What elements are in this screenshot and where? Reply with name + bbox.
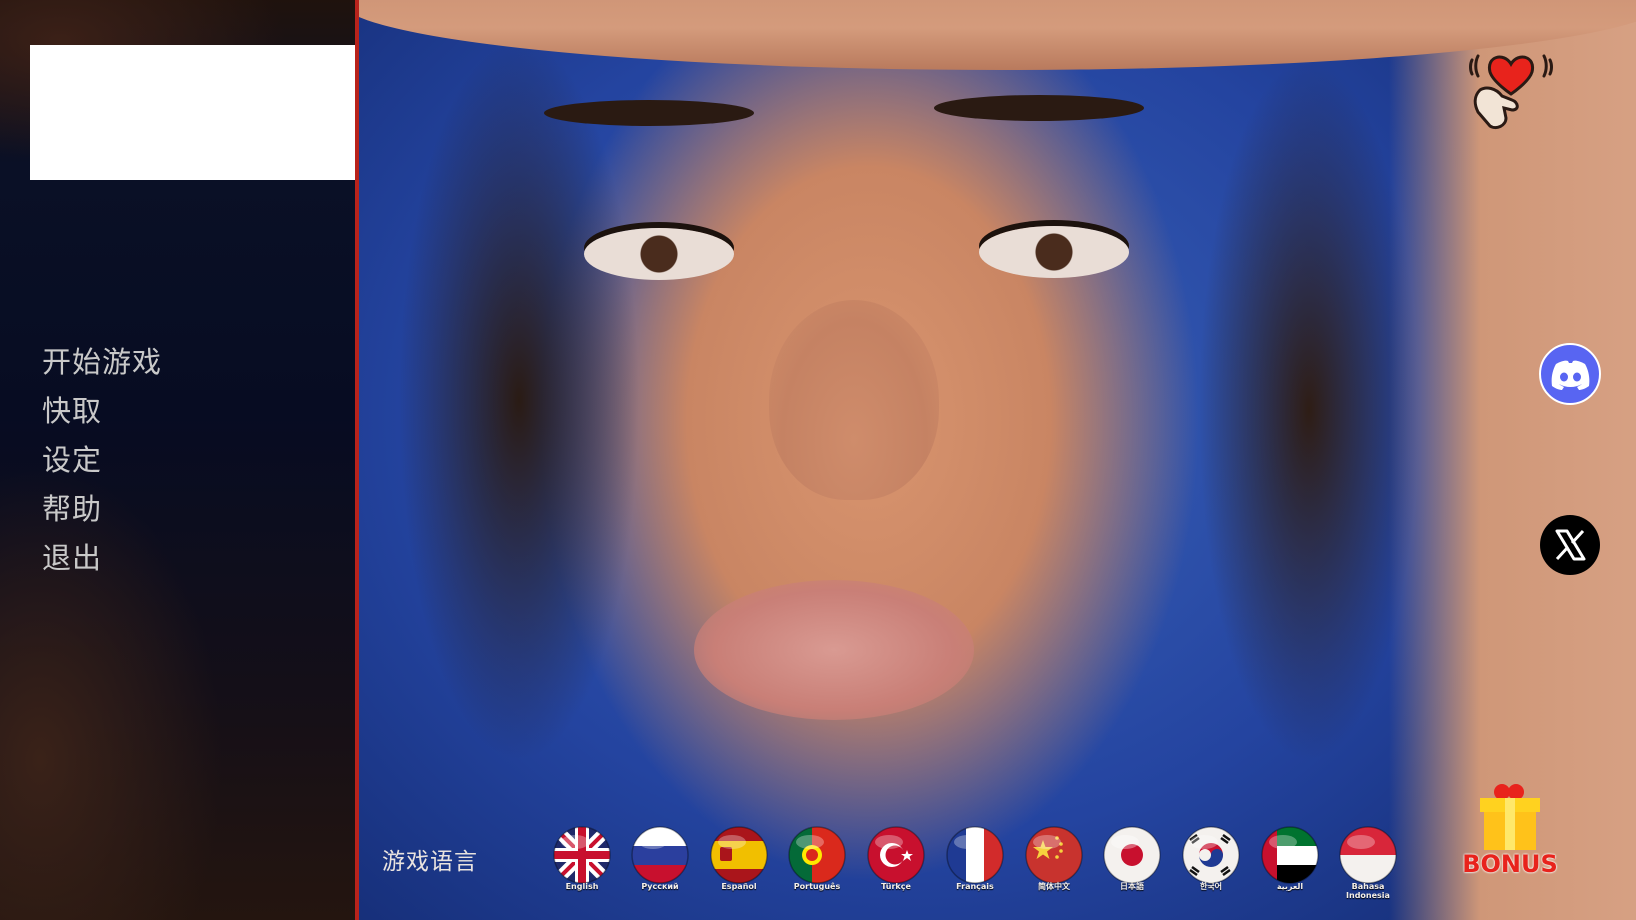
uk-flag-icon bbox=[553, 826, 611, 884]
language-portuguese-button[interactable]: Português bbox=[787, 826, 847, 891]
china-flag-icon bbox=[1025, 826, 1083, 884]
language-indonesian-button[interactable]: Bahasa Indonesia bbox=[1338, 826, 1398, 900]
language-japanese-button[interactable]: 日本語 bbox=[1102, 826, 1162, 891]
menu-item-help[interactable]: 帮助 bbox=[42, 485, 162, 534]
japan-flag-icon bbox=[1103, 826, 1161, 884]
language-caption: 日本語 bbox=[1120, 882, 1144, 891]
right-eyebrow bbox=[934, 95, 1144, 121]
lips bbox=[694, 580, 974, 720]
title-screen-artwork bbox=[359, 0, 1636, 920]
language-caption: Español bbox=[721, 882, 757, 891]
language-simplified-chinese-button[interactable]: 简体中文 bbox=[1024, 826, 1084, 891]
left-eye bbox=[584, 228, 734, 280]
game-language-label: 游戏语言 bbox=[382, 849, 478, 875]
main-menu: 开始游戏 快取 设定 帮助 退出 bbox=[42, 338, 162, 583]
language-caption: العربية bbox=[1276, 882, 1304, 891]
menu-item-start-game[interactable]: 开始游戏 bbox=[42, 338, 162, 387]
left-eyebrow bbox=[544, 100, 754, 126]
france-flag-icon bbox=[946, 826, 1004, 884]
language-caption: Français bbox=[956, 882, 994, 891]
heart-hand-icon[interactable] bbox=[1466, 42, 1556, 134]
language-english-button[interactable]: English bbox=[552, 826, 612, 891]
hair-left bbox=[399, 40, 639, 760]
language-russian-button[interactable]: Русский bbox=[630, 826, 690, 891]
language-korean-button[interactable]: 한국어 bbox=[1181, 826, 1241, 891]
language-caption: 简体中文 bbox=[1038, 882, 1070, 891]
menu-item-quit[interactable]: 退出 bbox=[42, 534, 162, 583]
korea-flag-icon bbox=[1182, 826, 1240, 884]
menu-item-settings[interactable]: 设定 bbox=[42, 436, 162, 485]
uae-flag-icon bbox=[1261, 826, 1319, 884]
language-caption: Português bbox=[793, 882, 841, 891]
language-caption: English bbox=[565, 882, 599, 891]
x-icon[interactable] bbox=[1539, 514, 1601, 576]
spain-flag-icon bbox=[710, 826, 768, 884]
indonesia-flag-icon bbox=[1339, 826, 1397, 884]
language-caption: Türkçe bbox=[881, 882, 911, 891]
hair-right bbox=[1199, 60, 1419, 760]
language-french-button[interactable]: Français bbox=[945, 826, 1005, 891]
turkey-flag-icon bbox=[867, 826, 925, 884]
bonus-label: BONUS bbox=[1462, 850, 1558, 878]
left-menu-panel: 开始游戏 快取 设定 帮助 退出 bbox=[0, 0, 455, 920]
language-arabic-button[interactable]: العربية bbox=[1260, 826, 1320, 891]
right-eye bbox=[979, 226, 1129, 278]
language-caption: Bahasa Indonesia bbox=[1346, 882, 1390, 900]
menu-item-load[interactable]: 快取 bbox=[42, 387, 162, 436]
discord-icon[interactable] bbox=[1539, 343, 1601, 405]
nose bbox=[769, 300, 939, 500]
language-spanish-button[interactable]: Español bbox=[709, 826, 769, 891]
gift-icon bbox=[1480, 784, 1540, 850]
russia-flag-icon bbox=[631, 826, 689, 884]
portugal-flag-icon bbox=[788, 826, 846, 884]
bonus-button[interactable]: BONUS bbox=[1458, 780, 1562, 882]
language-caption: Русский bbox=[641, 882, 679, 891]
language-caption: 한국어 bbox=[1199, 882, 1223, 891]
language-turkish-button[interactable]: Türkçe bbox=[866, 826, 926, 891]
